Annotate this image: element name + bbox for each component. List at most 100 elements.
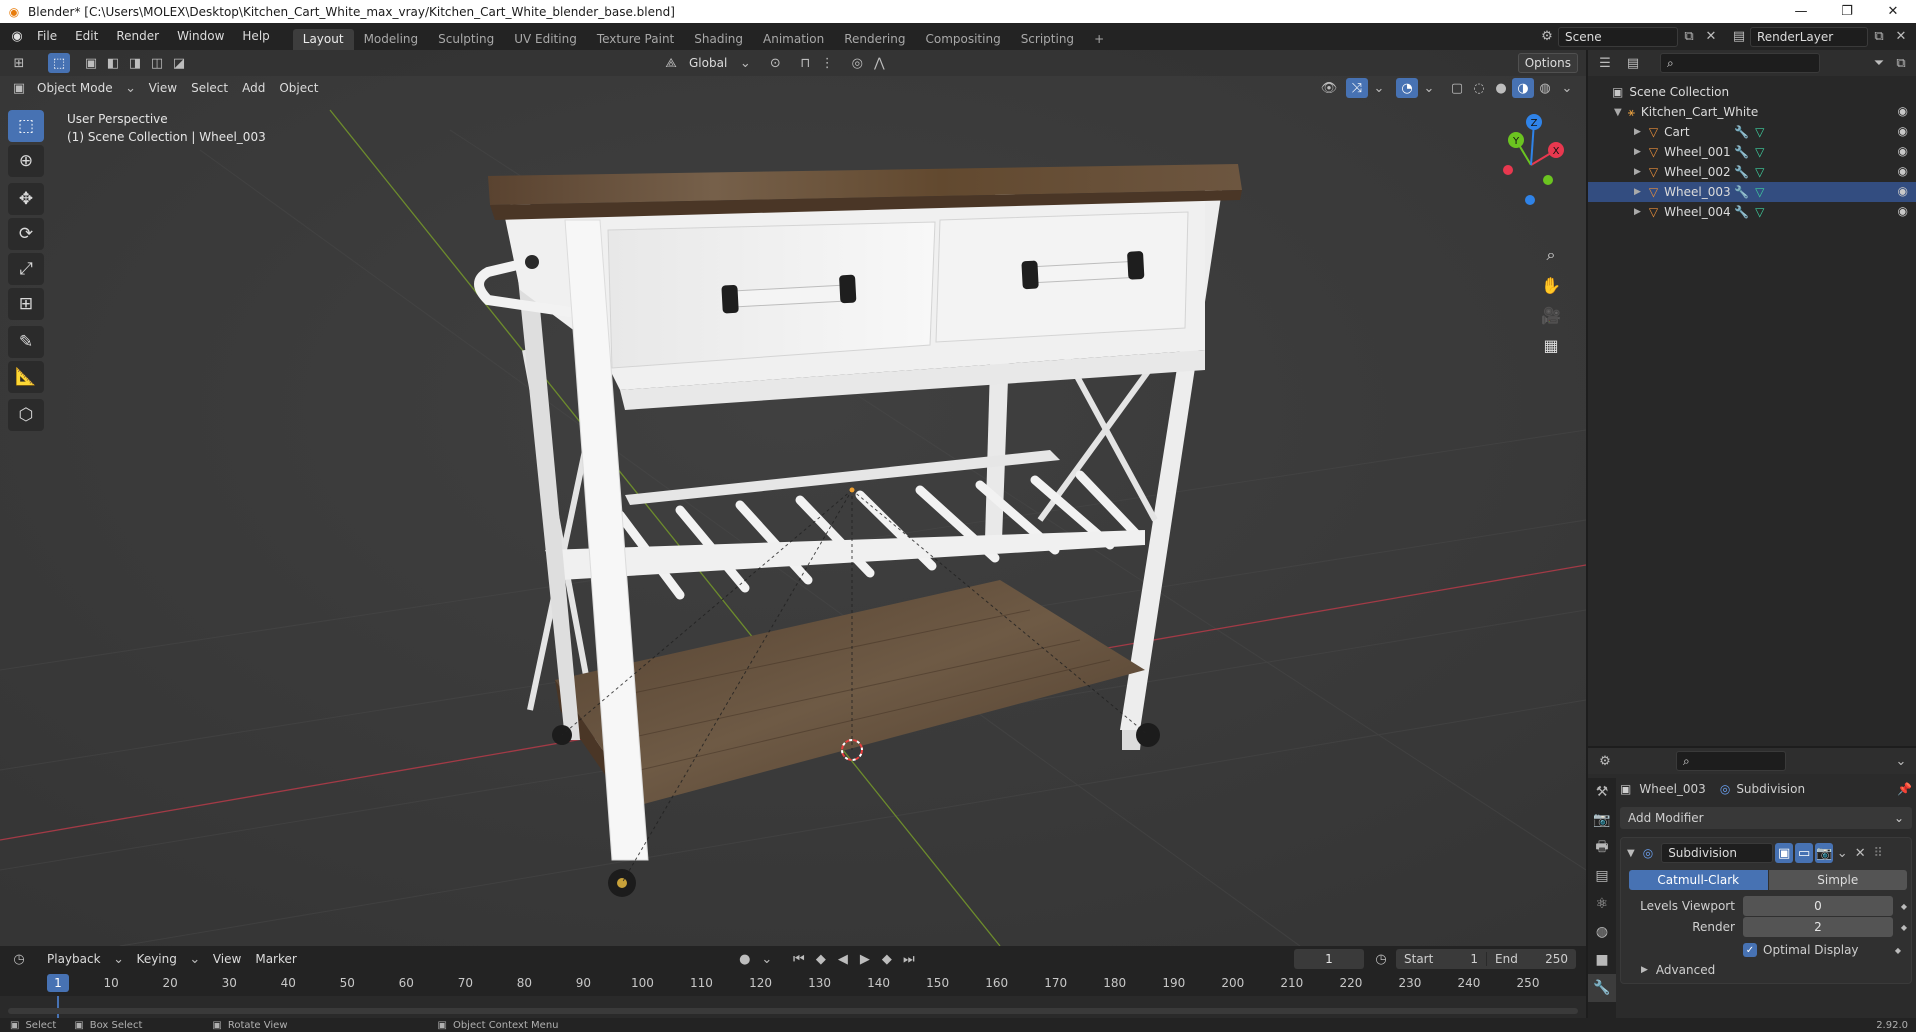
measure-tool-icon[interactable]: 📐 (8, 361, 44, 393)
frame-ruler[interactable]: 1 10 20 30 40 50 60 70 80 90 100 110 120 130 140 150 160… (0, 972, 1586, 996)
object-mode-dropdown[interactable]: Object Mode (30, 77, 120, 99)
timeline-scrollbar[interactable] (8, 1008, 1578, 1014)
delete-layer-icon[interactable]: ✕ (1890, 27, 1912, 47)
outliner-scene-collection[interactable]: ▣ Scene Collection (1588, 82, 1916, 102)
jump-end-icon[interactable]: ⏭ (898, 949, 920, 969)
outliner-item[interactable]: ▶ ▽ Wheel_002 🔧 ▽ ◉ (1588, 162, 1916, 182)
view-layer-tab-icon[interactable]: ▤ (1588, 862, 1616, 890)
minimize-button[interactable]: — (1778, 0, 1824, 23)
eye-icon[interactable]: ◉ (1898, 124, 1908, 138)
advanced-expand-icon[interactable]: ▶ (1641, 965, 1648, 975)
mesh-data-icon[interactable]: ▽ (1755, 185, 1764, 199)
menu-timeline-view[interactable]: View (206, 948, 248, 970)
menu-select[interactable]: Select (184, 77, 235, 99)
properties-editor-type-icon[interactable]: ⚙ (1594, 751, 1616, 771)
collection-eye-icon[interactable]: ◉ (1898, 104, 1908, 118)
item-expand-icon[interactable]: ▶ (1634, 187, 1641, 197)
properties-options-icon[interactable]: ⌄ (1890, 751, 1912, 771)
blender-menu-icon[interactable]: ◉ (6, 27, 28, 47)
mesh-data-icon[interactable]: ▽ (1755, 125, 1764, 139)
select-mode-extend-icon[interactable]: ◧ (102, 53, 124, 73)
catmull-clark-button[interactable]: Catmull-Clark (1629, 870, 1768, 890)
modifier-icon[interactable]: 🔧 (1734, 125, 1749, 139)
gizmo-neg-y-icon[interactable] (1543, 175, 1553, 185)
render-toggle-icon[interactable]: 📷 (1815, 843, 1834, 863)
play-icon[interactable]: ▶ (854, 949, 876, 969)
tab-shading[interactable]: Shading (684, 29, 753, 50)
tab-compositing[interactable]: Compositing (915, 29, 1010, 50)
modifier-name-field[interactable]: Subdivision (1661, 843, 1774, 863)
levels-viewport-field[interactable]: 0 (1742, 896, 1893, 916)
tab-sculpting[interactable]: Sculpting (428, 29, 504, 50)
snap-target-icon[interactable]: ⋮ (816, 53, 838, 73)
auto-keying-icon[interactable]: ● (734, 949, 756, 969)
mesh-data-icon[interactable]: ▽ (1755, 145, 1764, 159)
filter-icon[interactable]: ⏷ (1868, 53, 1890, 73)
shading-chevron-icon[interactable]: ⌄ (1556, 78, 1578, 98)
modifier-icon[interactable]: 🔧 (1734, 145, 1749, 159)
play-reverse-icon[interactable]: ◀ (832, 949, 854, 969)
new-collection-icon[interactable]: ⧉ (1890, 53, 1912, 73)
pivot-point-icon[interactable]: ⊙ (764, 53, 786, 73)
menu-window[interactable]: Window (168, 23, 233, 50)
outliner-item[interactable]: ▶ ▽ Wheel_001 🔧 ▽ ◉ (1588, 142, 1916, 162)
add-modifier-dropdown[interactable]: Add Modifier ⌄ (1620, 807, 1912, 829)
tab-layout[interactable]: Layout (292, 29, 354, 50)
next-keyframe-icon[interactable]: ◆ (876, 949, 898, 969)
cursor-tool-icon[interactable]: ⊕ (8, 145, 44, 177)
keying-set-chevron-icon[interactable]: ⌄ (756, 949, 778, 969)
viewport-toggle-icon[interactable]: ▭ (1795, 843, 1814, 863)
transform-orientation-dropdown[interactable]: Global (682, 52, 734, 74)
outliner-item[interactable]: ▶ ▽ Wheel_003 🔧 ▽ ◉ (1588, 182, 1916, 202)
shading-wireframe-icon[interactable]: ◌ (1468, 78, 1490, 98)
timeline-track[interactable] (0, 996, 1586, 1018)
zoom-view-icon[interactable]: ⌕ (1536, 240, 1566, 270)
render-levels-field[interactable]: 2 (1742, 917, 1893, 937)
mesh-data-icon[interactable]: ▽ (1755, 205, 1764, 219)
display-mode-icon[interactable]: ▤ (1622, 53, 1644, 73)
eye-icon[interactable]: ◉ (1898, 204, 1908, 218)
advanced-subpanel[interactable]: ▶ Advanced (1625, 963, 1907, 977)
scene-selector[interactable]: Scene (1558, 26, 1678, 47)
start-frame-field[interactable]: Start 1 (1396, 952, 1486, 966)
tool-tab-icon[interactable]: ⚒ (1588, 778, 1616, 806)
render-layer-selector[interactable]: RenderLayer (1750, 26, 1868, 47)
modifier-collapse-icon[interactable]: ▼ (1627, 848, 1635, 859)
preview-range-icon[interactable]: ◷ (1370, 949, 1392, 969)
output-tab-icon[interactable]: 🖶 (1588, 834, 1616, 862)
rotate-tool-icon[interactable]: ⟳ (8, 218, 44, 250)
xray-toggle-icon[interactable]: ▢ (1446, 78, 1468, 98)
show-overlays-icon[interactable]: ◔ (1396, 78, 1418, 98)
playback-chevron-icon[interactable]: ⌄ (108, 949, 130, 969)
select-mode-new-icon[interactable]: ▣ (80, 53, 102, 73)
eye-icon[interactable]: ◉ (1898, 164, 1908, 178)
ortho-toggle-icon[interactable]: ▦ (1536, 330, 1566, 360)
proportional-falloff-icon[interactable]: ⋀ (868, 53, 890, 73)
annotate-tool-icon[interactable]: ✎ (8, 326, 44, 358)
menu-file[interactable]: File (28, 23, 66, 50)
add-workspace-button[interactable]: + (1084, 29, 1114, 50)
keying-chevron-icon[interactable]: ⌄ (184, 949, 206, 969)
editmode-toggle-icon[interactable]: ▣ (1775, 843, 1794, 863)
modifier-remove-icon[interactable]: ✕ (1851, 843, 1869, 863)
pin-icon[interactable]: 📌 (1897, 782, 1912, 796)
mesh-data-icon[interactable]: ▽ (1755, 165, 1764, 179)
gizmo-neg-x-icon[interactable] (1503, 165, 1513, 175)
outliner-item[interactable]: ▶ ▽ Wheel_004 🔧 ▽ ◉ (1588, 202, 1916, 222)
outliner-collection[interactable]: ▼ ⚹ Kitchen_Cart_White ◉ (1588, 102, 1916, 122)
eye-icon[interactable]: ◉ (1898, 184, 1908, 198)
outliner-editor-type-icon[interactable]: ☰ (1594, 53, 1616, 73)
menu-add[interactable]: Add (235, 77, 272, 99)
new-scene-icon[interactable]: ⧉ (1678, 27, 1700, 47)
optimal-display-checkbox[interactable]: ✓ (1743, 943, 1757, 957)
menu-object[interactable]: Object (272, 77, 325, 99)
tab-modeling[interactable]: Modeling (354, 29, 429, 50)
jump-start-icon[interactable]: ⏮ (788, 949, 810, 969)
visibility-toggle-icon[interactable]: 👁 (1318, 78, 1340, 98)
navigation-gizmo[interactable]: X Y Z ⌕ ✋ 🎥 ▦ (1486, 110, 1576, 370)
render-levels-anim-icon[interactable]: ◆ (1901, 923, 1907, 932)
tab-scripting[interactable]: Scripting (1011, 29, 1084, 50)
menu-view[interactable]: View (142, 77, 184, 99)
timeline-editor-type-icon[interactable]: ◷ (8, 949, 30, 969)
modifier-drag-handle-icon[interactable]: ⠿ (1869, 843, 1887, 863)
